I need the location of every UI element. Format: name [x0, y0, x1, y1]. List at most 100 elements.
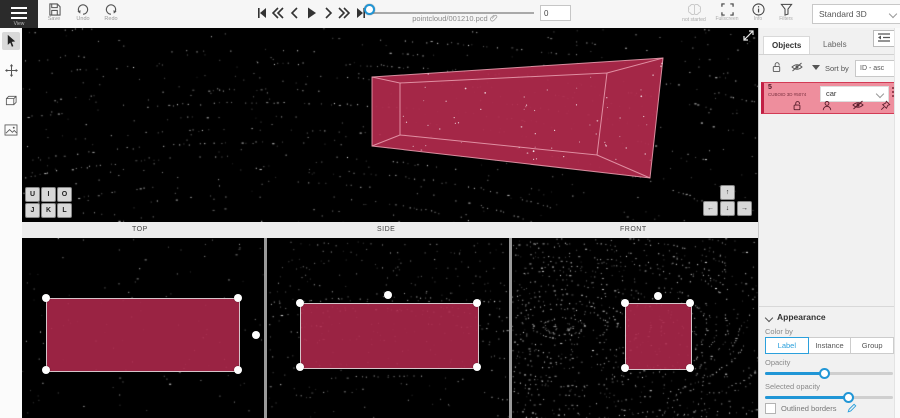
cursor-icon [5, 34, 18, 47]
object-lock-icon[interactable] [792, 100, 802, 111]
object-type-label: CUBOID 3D #5074 [768, 92, 806, 97]
redo-icon [104, 3, 118, 16]
collapse-panel-button[interactable] [873, 30, 895, 47]
lock-all-icon[interactable] [771, 61, 782, 73]
info-button[interactable]: Info [745, 2, 771, 26]
hotkey-o[interactable]: O [57, 187, 72, 202]
appearance-title: Appearance [777, 312, 826, 322]
filters-button[interactable]: Filters [773, 2, 799, 26]
move-tool-button[interactable] [2, 62, 20, 80]
edit-pencil-icon[interactable] [847, 403, 857, 413]
resize-handle[interactable] [296, 299, 304, 307]
resize-handle[interactable] [42, 366, 50, 374]
nav-down-button[interactable]: ↓ [720, 201, 735, 216]
appearance-collapse-icon[interactable] [765, 314, 773, 322]
sort-by-label: Sort by [825, 64, 849, 73]
nav-left-button[interactable]: ← [703, 201, 718, 216]
hotkey-i[interactable]: I [41, 187, 56, 202]
object-pin-icon[interactable] [880, 100, 891, 111]
info-label: Info [745, 16, 771, 22]
fullscreen-button[interactable]: Fullscreen [712, 2, 742, 26]
resize-handle[interactable] [621, 364, 629, 372]
rotate-handle[interactable] [654, 292, 662, 300]
selected-opacity-slider[interactable] [765, 391, 893, 403]
object-id: 5 [768, 84, 772, 91]
filter-icon [780, 3, 793, 16]
front-projection-view[interactable] [512, 238, 758, 418]
object-row-car[interactable]: 5 CUBOID 3D #5074 car [761, 82, 898, 114]
next-frame-button[interactable] [322, 4, 334, 22]
resize-handle[interactable] [234, 366, 242, 374]
resize-handle[interactable] [686, 299, 694, 307]
image-icon [4, 124, 18, 136]
cuboid-rect-side[interactable] [300, 303, 479, 369]
nav-up-button[interactable]: ↑ [720, 185, 735, 200]
front-view-label: FRONT [620, 226, 647, 233]
side-projection-view[interactable] [267, 238, 509, 418]
top-projection-view[interactable] [22, 238, 264, 418]
object-visibility-icon[interactable] [852, 100, 864, 110]
cuboid-rect-top[interactable] [46, 298, 240, 372]
ai-status-button[interactable]: not started [678, 2, 710, 26]
previous-frame-button[interactable] [289, 4, 301, 22]
filters-label: Filters [773, 16, 799, 22]
color-by-label: Color by [765, 327, 793, 336]
dropdown-caret-icon[interactable] [812, 65, 820, 70]
save-icon [48, 3, 61, 16]
viewport-expand-icon[interactable] [744, 31, 753, 40]
tab-objects[interactable]: Objects [763, 36, 810, 55]
frame-slider-handle[interactable] [364, 4, 375, 15]
cuboid-icon [4, 94, 18, 107]
resize-handle[interactable] [473, 363, 481, 371]
main-3d-viewport[interactable]: U I O J K L ↑ ← ↓ → [22, 28, 758, 222]
tab-labels[interactable]: Labels [815, 36, 855, 54]
fullscreen-label: Fullscreen [712, 16, 742, 22]
outlined-borders-label: Outlined borders [781, 404, 836, 413]
attachment-icon [490, 14, 498, 22]
hide-all-icon[interactable] [791, 62, 803, 72]
layout-select[interactable]: Standard 3D [812, 4, 900, 24]
hotkey-l[interactable]: L [57, 203, 72, 218]
resize-handle[interactable] [42, 294, 50, 302]
hotkey-j[interactable]: J [25, 203, 40, 218]
outlined-borders-checkbox[interactable] [765, 403, 776, 414]
photo-context-tool-button[interactable] [2, 122, 20, 140]
resize-handle[interactable] [686, 364, 694, 372]
nav-right-button[interactable]: → [737, 201, 752, 216]
opacity-slider-handle[interactable] [819, 368, 830, 379]
undo-button[interactable]: Undo [70, 2, 96, 26]
resize-handle[interactable] [621, 299, 629, 307]
resize-handle[interactable] [473, 299, 481, 307]
rotate-handle[interactable] [384, 291, 392, 299]
objects-sidebar: Objects Labels Sort by ID - asc 5 CUBOID… [758, 28, 900, 418]
selected-opacity-label: Selected opacity [765, 382, 820, 391]
color-by-option-group[interactable]: Group [851, 337, 894, 354]
selected-opacity-slider-handle[interactable] [843, 392, 854, 403]
resize-handle[interactable] [234, 294, 242, 302]
resize-handle[interactable] [296, 363, 304, 371]
cuboid-tool-button[interactable] [2, 92, 20, 110]
fast-forward-button[interactable] [338, 4, 350, 22]
color-by-option-label[interactable]: Label [765, 337, 809, 354]
redo-button[interactable]: Redo [98, 2, 124, 26]
rotate-handle[interactable] [252, 331, 260, 339]
color-by-option-instance[interactable]: Instance [809, 337, 852, 354]
left-toolbar [0, 28, 23, 418]
opacity-slider[interactable] [765, 367, 893, 379]
objects-filter-row: Sort by ID - asc [759, 55, 900, 81]
play-button[interactable] [305, 4, 317, 22]
object-author-icon[interactable] [822, 100, 832, 111]
select-tool-button[interactable] [2, 32, 20, 50]
frame-number-input[interactable] [540, 5, 571, 21]
save-button[interactable]: Save [40, 2, 68, 26]
main-menu-button[interactable]: View [0, 0, 38, 28]
cuboid-annotation-3d[interactable] [22, 28, 758, 222]
brain-icon [687, 3, 702, 17]
panel-scrollbar[interactable] [894, 28, 900, 418]
skip-to-start-button[interactable] [256, 4, 268, 22]
move-icon [5, 64, 18, 77]
cuboid-rect-front[interactable] [625, 303, 692, 370]
hotkey-u[interactable]: U [25, 187, 40, 202]
fast-rewind-button[interactable] [272, 4, 284, 22]
hotkey-k[interactable]: K [41, 203, 56, 218]
